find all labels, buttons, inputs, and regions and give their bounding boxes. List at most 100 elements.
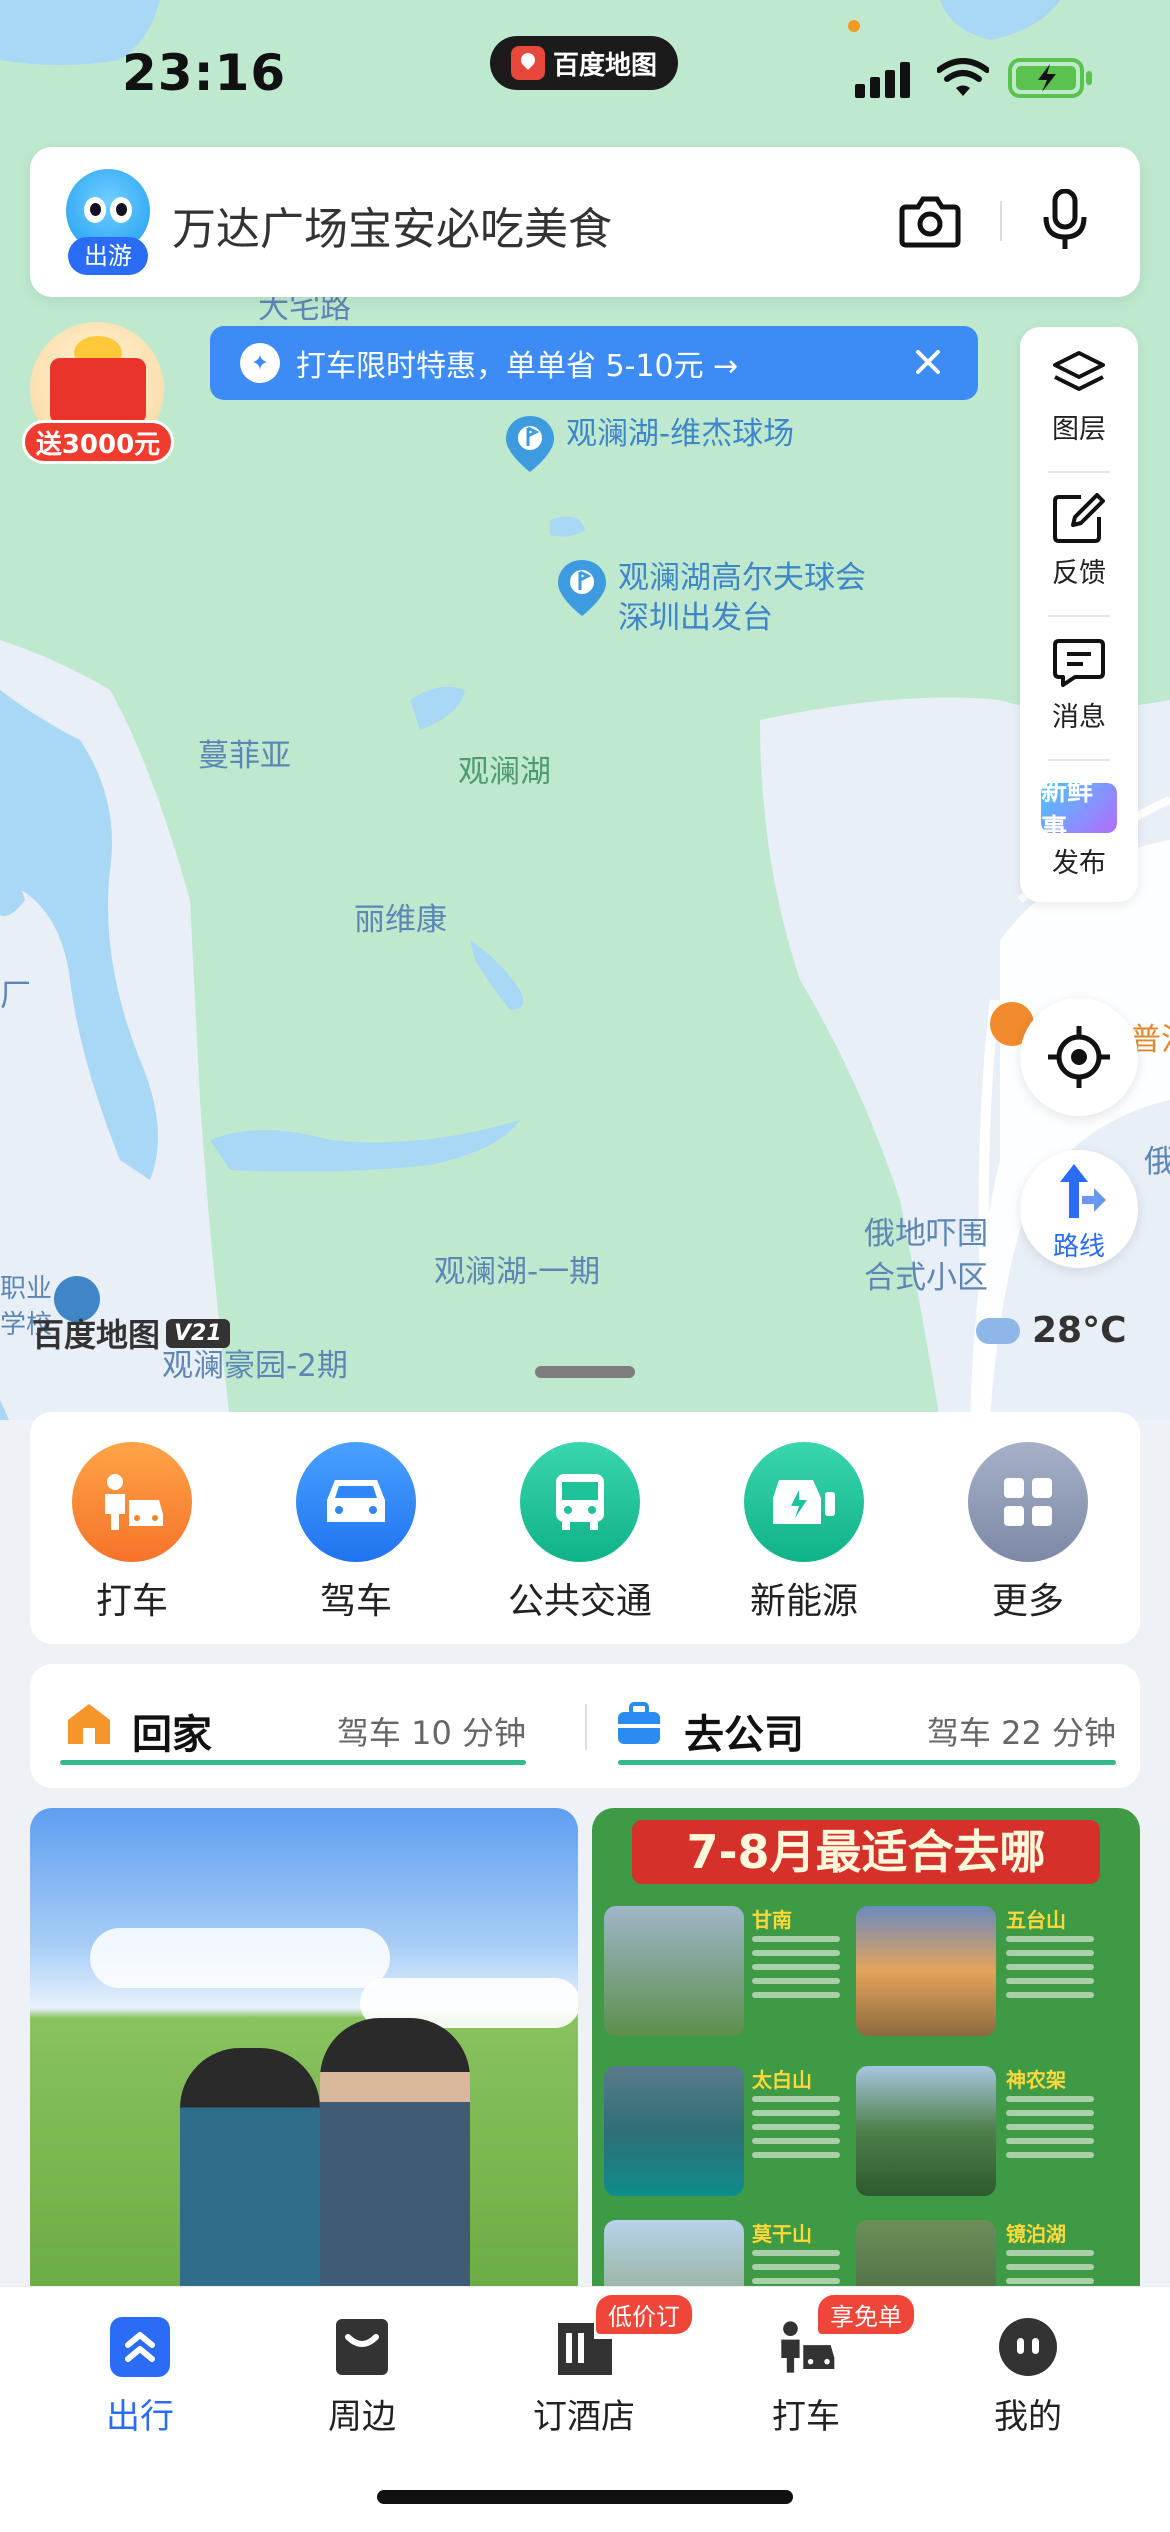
watermark-brand: 百度地图: [32, 1316, 161, 1354]
golf-pin-icon: [558, 560, 606, 616]
watermark-version: V21: [166, 1318, 230, 1348]
more-action[interactable]: 更多: [958, 1442, 1098, 1624]
message-icon: [1053, 639, 1105, 687]
camera-icon[interactable]: [898, 193, 962, 249]
drawer-handle[interactable]: [535, 1366, 635, 1378]
taxi-icon: ✦: [240, 343, 280, 383]
tab-label: 我的: [994, 2397, 1062, 2437]
travel-mode-tag: 出游: [68, 237, 148, 275]
poster-place: 五台山: [856, 1896, 1106, 2046]
clock: 23:16: [122, 44, 287, 102]
feedback-icon: [1053, 493, 1105, 543]
baidu-maps-logo-icon: [510, 46, 545, 80]
tab-hotel[interactable]: 订酒店 低价订: [504, 2295, 692, 2438]
tab-profile[interactable]: 我的: [948, 2315, 1108, 2438]
quick-actions-panel: 打车 驾车 公共交通 新能源 更多: [30, 1412, 1140, 1644]
action-label: 更多: [991, 1581, 1064, 1622]
taxi-action[interactable]: 打车: [62, 1442, 202, 1624]
map-toolbar: 图层 反馈 消息 新鲜事 发布: [1020, 327, 1138, 902]
red-packet-promo[interactable]: 送3000元: [22, 322, 174, 472]
commute-shortcuts: 回家 驾车 10 分钟 去公司 驾车 22 分钟: [30, 1664, 1140, 1788]
feedback-button[interactable]: 反馈: [1020, 471, 1138, 615]
app-name: 百度地图: [552, 50, 657, 81]
map-label: 丽维康: [354, 902, 447, 938]
message-button[interactable]: 消息: [1020, 615, 1138, 759]
tab-badge: 享免单: [818, 2295, 914, 2334]
tab-label: 周边: [328, 2397, 396, 2437]
toolbar-label: 图层: [1052, 414, 1106, 445]
map-label: 职业: [0, 1274, 53, 1304]
crosshair-icon: [1048, 1026, 1110, 1088]
poi-name: 观澜湖-维杰球场: [566, 416, 795, 452]
route-button[interactable]: 路线: [1020, 1150, 1138, 1268]
grid-icon: [968, 1442, 1088, 1562]
app-indicator-pill[interactable]: 百度地图: [490, 36, 678, 90]
toolbar-label: 发布: [1052, 848, 1106, 879]
home-indicator[interactable]: [377, 2490, 793, 2504]
poster-place: 甘南: [592, 1896, 842, 2046]
transit-action[interactable]: 公共交通: [508, 1442, 652, 1624]
taxi-person-icon: [72, 1442, 192, 1562]
home-traffic-bar: [60, 1760, 526, 1765]
toolbar-label: 消息: [1052, 702, 1106, 733]
search-divider: [1000, 201, 1002, 241]
work-traffic-bar: [618, 1760, 1116, 1765]
feed-card-travel-poster[interactable]: 7-8月最适合去哪 甘南 五台山 太白山 神农架 莫干山 镜泊湖: [592, 1808, 1140, 2308]
microphone-icon[interactable]: [1040, 189, 1090, 253]
home-icon: [68, 1704, 110, 1744]
go-home-shortcut[interactable]: 回家 驾车 10 分钟: [30, 1664, 550, 1788]
close-icon[interactable]: [908, 342, 948, 382]
work-eta: 驾车 22 分钟: [926, 1714, 1116, 1752]
work-title: 去公司: [684, 1712, 804, 1758]
red-packet-label: 送3000元: [22, 420, 174, 464]
go-work-shortcut[interactable]: 去公司 驾车 22 分钟: [588, 1664, 1140, 1788]
layers-button[interactable]: 图层: [1020, 327, 1138, 471]
temperature: 28°C: [1032, 1310, 1127, 1351]
tab-label: 出行: [106, 2397, 174, 2437]
tab-taxi[interactable]: 打车 享免单: [726, 2295, 914, 2438]
map-label: 合式小区: [864, 1260, 988, 1296]
poster-title: 7-8月最适合去哪: [632, 1820, 1100, 1884]
route-label: 路线: [1052, 1232, 1105, 1262]
tab-travel[interactable]: 出行: [60, 2315, 220, 2438]
map-poi[interactable]: 观澜湖高尔夫球会 深圳出发台: [556, 558, 866, 638]
xinxianshi-icon: 新鲜事: [1041, 777, 1117, 844]
ev-action[interactable]: 新能源: [734, 1442, 874, 1624]
map-poi[interactable]: 观澜湖-维杰球场: [504, 414, 794, 474]
action-label: 新能源: [749, 1581, 858, 1622]
drive-action[interactable]: 驾车: [286, 1442, 426, 1624]
map-label: 观澜湖: [458, 754, 551, 790]
action-label: 驾车: [319, 1581, 392, 1622]
poster-place: 神农架: [856, 2056, 1106, 2206]
profile-tab-icon: [996, 2315, 1060, 2379]
locate-me-button[interactable]: [1020, 998, 1138, 1116]
travel-tab-icon: [108, 2315, 172, 2379]
promo-text: 打车限时特惠，单单省 5-10元 →: [296, 349, 739, 384]
tab-nearby[interactable]: 周边: [282, 2315, 442, 2438]
map-label: 观澜湖-一期: [434, 1254, 601, 1290]
home-title: 回家: [132, 1712, 212, 1758]
tab-label: 打车: [772, 2397, 840, 2437]
tab-badge: 低价订: [596, 2295, 692, 2334]
battery-icon: [1008, 58, 1092, 98]
cellular-signal-icon: [855, 62, 910, 98]
map-label: 俄地吓围: [864, 1216, 988, 1252]
map-label: 蔓菲亚: [198, 738, 291, 774]
car-icon: [296, 1442, 416, 1562]
search-input[interactable]: 万达广场宝安必吃美食: [172, 193, 612, 257]
action-label: 打车: [95, 1581, 168, 1622]
poi-subname: 深圳出发台: [618, 600, 773, 636]
feed-card-photo[interactable]: [30, 1808, 578, 2308]
weather-widget[interactable]: 28°C: [976, 1310, 1127, 1351]
red-envelope-icon: [50, 358, 146, 424]
golf-pin-icon: [506, 416, 554, 472]
briefcase-icon: [618, 1702, 660, 1744]
publish-button[interactable]: 新鲜事 发布: [1020, 759, 1138, 903]
route-arrow-icon: [1060, 1164, 1106, 1218]
search-bar[interactable]: 出游 万达广场宝安必吃美食: [30, 147, 1140, 297]
bus-icon: [520, 1442, 640, 1562]
map-label: 厂: [0, 978, 31, 1014]
poster-place: 太白山: [592, 2056, 842, 2206]
taxi-promo-banner[interactable]: ✦ 打车限时特惠，单单省 5-10元 →: [210, 326, 978, 400]
status-bar: 23:16 百度地图: [0, 0, 1170, 140]
